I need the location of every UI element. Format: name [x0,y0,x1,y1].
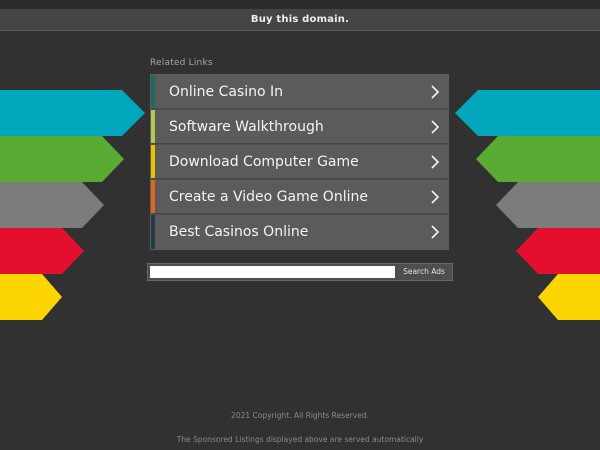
arrow-left-yellow [0,274,62,320]
buy-domain-banner[interactable]: Buy this domain. [0,9,600,31]
search-bar: Search Ads [147,263,453,281]
link-accent [151,145,155,178]
link-accent [151,180,155,213]
chevron-right-icon [431,120,440,134]
chevron-right-icon [431,190,440,204]
search-input[interactable] [150,266,395,278]
related-link-label: Software Walkthrough [169,119,324,135]
arrow-left-gray [0,182,104,228]
related-link-download-computer-game[interactable]: Download Computer Game [151,145,448,179]
related-links-list: Online Casino In Software Walkthrough Do… [150,74,449,250]
related-link-label: Best Casinos Online [169,224,309,240]
arrow-right-gray [496,182,600,228]
parked-domain-page: Buy this domain. Related Links Online Ca… [0,0,600,450]
arrow-left-green [0,136,124,182]
related-link-best-casinos-online[interactable]: Best Casinos Online [151,215,448,249]
link-accent [151,215,155,249]
link-accent [151,110,155,143]
chevron-right-icon [431,85,440,99]
related-link-label: Create a Video Game Online [169,189,368,205]
arrow-right-red [516,228,600,274]
related-link-software-walkthrough[interactable]: Software Walkthrough [151,110,448,144]
buy-domain-label: Buy this domain. [250,14,350,25]
search-ads-button[interactable]: Search Ads [398,265,450,279]
related-link-online-casino-in[interactable]: Online Casino In [151,75,448,109]
top-strip [0,0,600,9]
related-links-heading: Related Links [150,58,213,68]
chevron-right-icon [431,225,440,239]
related-link-label: Download Computer Game [169,154,359,170]
related-link-label: Online Casino In [169,84,284,100]
chevron-right-icon [431,155,440,169]
arrow-right-cyan [455,90,600,136]
arrow-left-cyan [0,90,145,136]
arrow-right-green [476,136,600,182]
arrow-right-yellow [538,274,600,320]
related-link-create-a-video-game-online[interactable]: Create a Video Game Online [151,180,448,214]
link-accent [151,75,155,108]
copyright-text: 2021 Copyright. All Rights Reserved. [231,411,369,420]
sponsored-listings-disclaimer: The Sponsored Listings displayed above a… [176,435,424,444]
arrow-left-red [0,228,84,274]
